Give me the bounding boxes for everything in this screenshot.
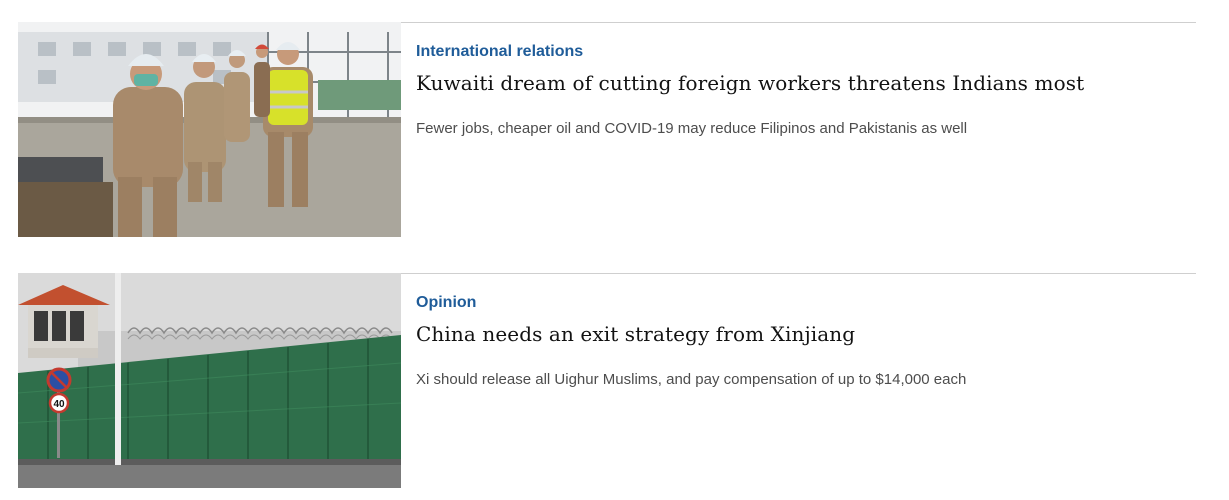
article-text: Opinion China needs an exit strategy fro… bbox=[416, 273, 1196, 488]
article-rubric: Fewer jobs, cheaper oil and COVID-19 may… bbox=[416, 120, 968, 137]
article-card: International relations Kuwaiti dream of… bbox=[18, 22, 1196, 237]
article-image-link[interactable] bbox=[18, 22, 401, 237]
section-link[interactable]: International relations bbox=[416, 43, 583, 61]
speed-sign-text: 40 bbox=[53, 399, 65, 410]
article-headline-link[interactable]: Kuwaiti dream of cutting foreign workers… bbox=[416, 70, 1084, 96]
article-headline-link[interactable]: China needs an exit strategy from Xinjia… bbox=[416, 321, 855, 347]
section-link[interactable]: Opinion bbox=[416, 294, 476, 312]
fenced-compound-photo: 40 bbox=[18, 273, 401, 488]
article-rubric: Xi should release all Uighur Muslims, an… bbox=[416, 371, 967, 388]
construction-workers-photo bbox=[18, 22, 401, 237]
article-text: International relations Kuwaiti dream of… bbox=[416, 22, 1196, 237]
article-card: 40 Opinion China needs an exit strategy … bbox=[18, 273, 1196, 488]
article-image-link[interactable]: 40 bbox=[18, 273, 401, 488]
